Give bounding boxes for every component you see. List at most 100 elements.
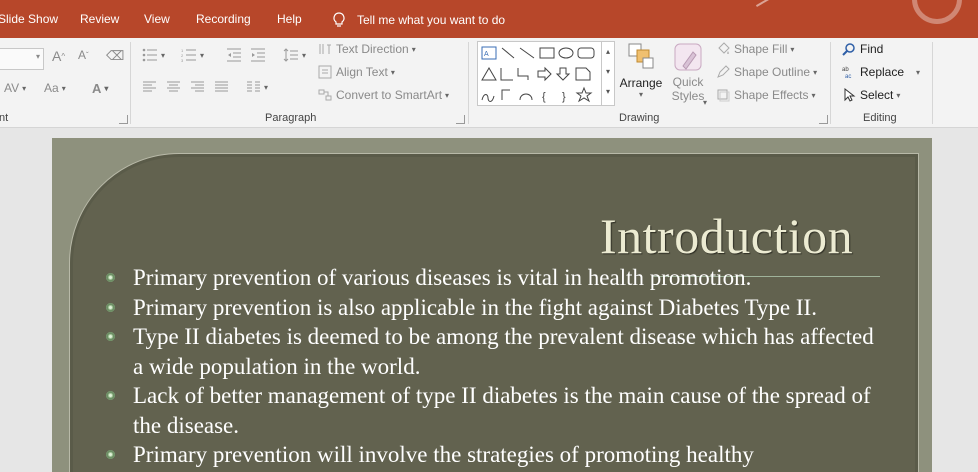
tab-recording[interactable]: Recording <box>196 12 251 26</box>
shape-outline-button[interactable]: Shape Outline ▾ <box>716 65 817 79</box>
tab-help[interactable]: Help <box>277 12 302 26</box>
shape-fill-button[interactable]: Shape Fill ▾ <box>716 42 794 56</box>
cursor-arrow-icon <box>844 88 856 102</box>
select-label: Select <box>860 88 894 102</box>
paragraph-dialog-launcher[interactable] <box>456 115 465 124</box>
bullet-text: Primary prevention is also applicable in… <box>133 294 817 320</box>
group-separator <box>468 42 469 124</box>
bullet-item: Lack of better management of type II dia… <box>106 381 882 440</box>
group-separator <box>830 42 831 124</box>
font-size-box[interactable]: ▾ <box>0 48 44 70</box>
convert-smartart-button[interactable]: Convert to SmartArt ▾ <box>318 88 449 102</box>
group-separator <box>130 42 131 124</box>
slide-title[interactable]: Introduction <box>600 207 853 265</box>
tell-me-text: Tell me what you want to do <box>357 13 506 27</box>
group-separator <box>932 42 933 124</box>
columns-icon[interactable]: ▾ <box>246 81 268 93</box>
font-dialog-launcher[interactable] <box>119 115 128 124</box>
paragraph-group-label: Paragraph <box>265 112 317 124</box>
arrange-icon <box>628 43 654 69</box>
replace-label: Replace <box>860 65 905 79</box>
quick-styles-label-1: Quick <box>672 75 704 89</box>
shapes-gallery[interactable]: A { } ▴ ▾ ▾ <box>477 41 615 106</box>
tab-review[interactable]: Review <box>80 12 119 26</box>
bullet-text: Primary prevention of various diseases i… <box>133 265 752 290</box>
shape-effects-label: Shape Effects <box>734 88 809 102</box>
replace-icon: abac <box>842 67 851 79</box>
bullet-dot-icon <box>106 450 115 459</box>
slide[interactable]: Introduction Primary prevention of vario… <box>52 138 932 472</box>
font-color-icon[interactable]: A ▾ <box>92 81 108 96</box>
tab-view[interactable]: View <box>144 12 170 26</box>
gallery-scroll[interactable]: ▴ ▾ ▾ <box>601 42 614 105</box>
align-right-icon[interactable] <box>190 81 205 93</box>
svg-text:3: 3 <box>181 58 184 62</box>
svg-text:ac: ac <box>845 74 851 79</box>
arrange-button[interactable]: Arrange ▾ <box>619 42 663 99</box>
bullet-dot-icon <box>106 391 115 400</box>
bullet-text: Lack of better management of type II dia… <box>133 383 871 438</box>
svg-text:ab: ab <box>842 67 849 73</box>
quick-styles-icon <box>674 43 702 71</box>
bullet-text: Type II diabetes is deemed to be among t… <box>133 324 874 379</box>
bullet-item: Primary prevention is also applicable in… <box>106 293 882 323</box>
shrink-font-icon[interactable]: Aˇ <box>78 48 89 62</box>
text-direction-label: Text Direction <box>336 42 409 56</box>
paint-bucket-icon <box>718 42 730 54</box>
font-group-label: nt <box>0 112 9 124</box>
quick-styles-label-2: Styles <box>671 89 705 103</box>
align-text-icon <box>318 65 332 79</box>
bullet-dot-icon <box>106 332 115 341</box>
align-text-label: Align Text <box>336 65 388 79</box>
shape-effects-button[interactable]: Shape Effects ▾ <box>716 88 816 102</box>
find-button[interactable]: Find <box>842 42 883 56</box>
arrange-dropdown-icon: ▾ <box>638 90 643 99</box>
bullet-list[interactable]: Primary prevention of various diseases i… <box>106 263 882 470</box>
title-bar-decoration <box>752 0 770 7</box>
editing-group-label: Editing <box>863 112 897 124</box>
select-button[interactable]: Select ▾ <box>842 88 900 102</box>
shape-effects-icon <box>717 89 730 102</box>
center-icon[interactable] <box>166 81 181 93</box>
bullet-text: Primary prevention will involve the stra… <box>133 442 754 467</box>
decrease-indent-icon[interactable] <box>226 48 242 62</box>
svg-text:{: { <box>542 91 546 103</box>
character-spacing-icon[interactable]: AV ▾ <box>4 81 26 95</box>
change-case-icon[interactable]: Aa ▾ <box>44 81 66 95</box>
grow-font-icon[interactable]: A ^ <box>52 48 65 64</box>
text-direction-button[interactable]: Text Direction ▾ <box>318 42 416 56</box>
numbering-icon[interactable]: 1 2 3 ▾ <box>181 48 204 62</box>
search-icon <box>842 43 855 56</box>
increase-indent-icon[interactable] <box>250 48 266 62</box>
quick-styles-dropdown-icon: ▾ <box>703 98 708 107</box>
bullets-icon[interactable]: ▾ <box>142 48 165 62</box>
tell-me-search[interactable]: Tell me what you want to do <box>332 12 505 28</box>
lightbulb-icon <box>333 12 345 27</box>
justify-icon[interactable] <box>214 81 229 93</box>
bullet-dot-icon <box>106 273 115 282</box>
menu-bar: Slide Show Review View Recording Help Te… <box>0 0 978 38</box>
replace-button[interactable]: ab ac Replace ▾ <box>842 65 920 79</box>
ribbon: ▾ A ^ Aˇ ⌫ AV ▾ Aa ▾ A ▾ nt ▾ 1 2 3 ▾ ▾ ▾ Text … <box>0 38 978 128</box>
svg-text:A: A <box>484 51 489 58</box>
title-bar-circle-decoration <box>912 0 962 24</box>
align-left-icon[interactable] <box>142 81 157 93</box>
shapes-gallery-icons: A { } <box>481 46 595 103</box>
tab-slide-show[interactable]: Slide Show <box>0 12 58 26</box>
convert-smartart-label: Convert to SmartArt <box>336 88 443 102</box>
font-size-dropdown-icon: ▾ <box>35 52 40 61</box>
align-text-button[interactable]: Align Text ▾ <box>318 65 395 79</box>
bullet-item: Primary prevention of various diseases i… <box>106 263 882 293</box>
shape-fill-label: Shape Fill <box>734 42 788 56</box>
quick-styles-button[interactable]: Quick Styles <box>668 42 708 103</box>
line-spacing-icon[interactable]: ▾ <box>283 48 306 62</box>
shape-outline-label: Shape Outline <box>734 65 811 79</box>
arrange-label: Arrange <box>619 76 663 90</box>
svg-text:}: } <box>562 91 566 103</box>
smartart-icon <box>318 89 332 101</box>
drawing-dialog-launcher[interactable] <box>819 115 828 124</box>
clear-formatting-icon[interactable]: ⌫ <box>106 48 124 64</box>
find-label: Find <box>860 42 884 56</box>
text-direction-icon <box>319 44 331 54</box>
bullet-item: Primary prevention will involve the stra… <box>106 440 882 470</box>
